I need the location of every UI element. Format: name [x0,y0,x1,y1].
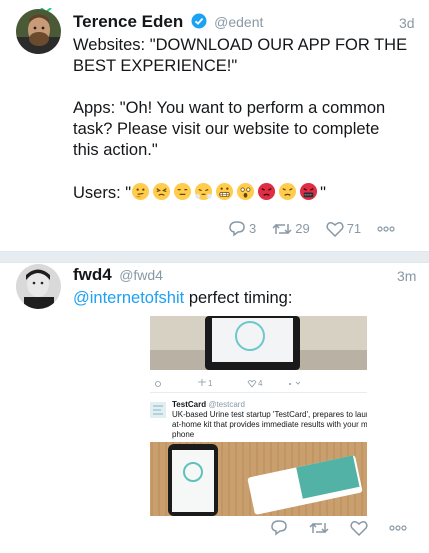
tweet-text: @internetofshit perfect timing: [73,288,292,309]
reply-icon [229,221,245,237]
thinking-face-icon [132,182,150,201]
tweet-text-rest: perfect timing: [184,289,293,307]
users-line: Users: " " [73,182,407,204]
face-with-steam-icon [195,182,213,201]
tweet-actions [270,519,407,536]
embed-text-line: at-home kit that provides immediate resu… [172,420,367,429]
retweet-count: 29 [295,221,310,236]
pouting-face-icon [258,182,276,201]
timestamp[interactable]: 3m [397,268,416,284]
more-icon [389,524,407,531]
avatar-terence-eden[interactable] [16,9,61,54]
verified-badge-icon [191,13,207,34]
persevering-face-icon [153,182,171,201]
embed-author: TestCard @testcard [172,400,245,410]
more-icon [377,225,395,232]
mention-link[interactable]: @internetofshit [73,289,184,307]
avatar-fwd4[interactable] [16,264,61,309]
heart-icon [326,221,344,237]
astonished-face-icon [237,182,255,201]
tweet-text: Websites: "DOWNLOAD OUR APP FOR THE BEST… [73,35,407,204]
reply-button[interactable] [270,519,291,536]
angry-face-icon [279,182,297,201]
retweet-icon [272,223,292,234]
tweet-media-image[interactable]: TestCard @testcard UK-based Urine test s… [150,316,367,516]
retweet-indicator-icon [40,0,52,14]
embed-author-handle: @testcard [208,400,245,409]
tweet-text-line: Apps: "Oh! You want to perform a common [73,99,386,117]
expressionless-face-icon [174,182,192,201]
tweet-text-line: Websites: "DOWNLOAD OUR APP FOR THE [73,36,408,54]
tweet-text-line: task? Please visit our website to comple… [73,120,380,138]
reply-button[interactable]: 3 [228,220,256,237]
user-handle[interactable]: @edent [214,14,263,30]
tweet-text-line: this action." [73,141,158,159]
tweet-text-line: BEST EXPERIENCE!" [73,57,238,75]
tweet-actions: 3 29 71 [228,220,411,237]
embed-like-count: 4 [258,379,263,388]
embed-retweet-count: 1 [208,379,213,388]
users-prefix: Users: " [73,184,132,202]
retweet-button[interactable]: 29 [272,221,310,237]
reply-count: 3 [249,221,257,236]
like-button[interactable] [350,520,371,536]
reply-icon [271,520,287,536]
grimacing-face-icon [216,182,234,201]
cursing-face-icon [300,182,318,201]
retweet-icon [309,522,329,533]
embed-text: UK-based Urine test startup 'TestCard', … [172,410,367,440]
more-button[interactable] [389,524,407,531]
embed-text-line: UK-based Urine test startup 'TestCard', … [172,410,367,419]
embed-text-line: phone [172,430,195,439]
retweet-button[interactable] [309,520,332,536]
user-handle[interactable]: @fwd4 [119,267,163,283]
display-name[interactable]: Terence Eden [73,12,183,31]
embed-author-name: TestCard [172,400,207,409]
like-button[interactable]: 71 [326,221,361,237]
users-suffix: " [320,184,326,202]
tweet-2[interactable]: fwd4 @fwd4 3m @internetofshit perfect ti… [0,262,429,553]
tweet-1[interactable]: Terence Eden @edent 3d Websites: "DOWNLO… [0,0,429,251]
heart-icon [350,520,368,536]
timestamp[interactable]: 3d [399,15,415,31]
more-button[interactable] [377,225,395,232]
like-count: 71 [346,221,362,236]
display-name[interactable]: fwd4 [73,265,112,284]
